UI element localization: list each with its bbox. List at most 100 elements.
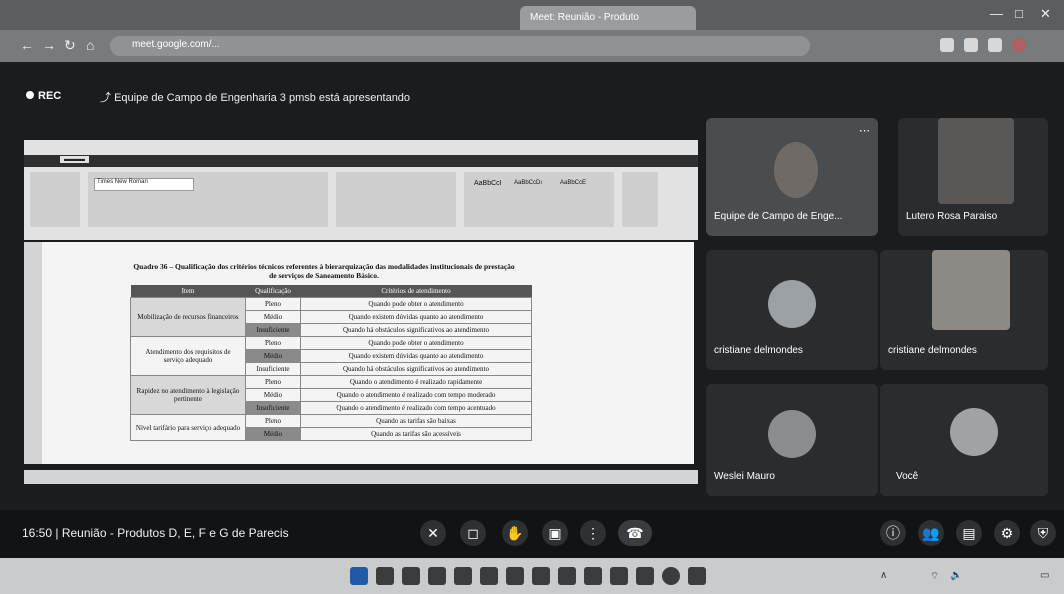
table-criterion: Quando as tarifas são acessíveis	[300, 427, 532, 441]
back-icon[interactable]: ←	[20, 37, 34, 53]
document-margin	[24, 242, 42, 464]
participant-avatar	[768, 410, 816, 458]
raise-hand-icon[interactable]: ✋	[502, 520, 528, 546]
activities-icon[interactable]: ⚙	[994, 520, 1020, 546]
task-view-icon[interactable]	[402, 567, 420, 585]
participant-name: cristiane delmondes	[714, 345, 803, 356]
volume-icon[interactable]: 🔈	[950, 570, 962, 581]
app-icon[interactable]	[532, 567, 550, 585]
ribbon-tab-home[interactable]: ▬▬▬	[60, 156, 89, 163]
table-criterion: Quando há obstáculos significativos ao a…	[300, 362, 532, 376]
table-level: Insuficiente	[245, 401, 301, 415]
table-criterion: Quando as tarifas são baixas	[300, 414, 532, 428]
participant-video	[938, 118, 1014, 204]
network-icon[interactable]: ⌔	[930, 570, 939, 583]
search-icon[interactable]	[376, 567, 394, 585]
tray-chevron-icon[interactable]: ∧	[880, 570, 887, 581]
app-icon[interactable]	[584, 567, 602, 585]
people-icon[interactable]: 👥	[918, 520, 944, 546]
qualification-table: Item Qualificação Critérios de atendimen…	[130, 285, 532, 441]
participant-tile[interactable]: Lutero Rosa Paraiso	[898, 118, 1048, 236]
table-level: Médio	[245, 310, 301, 324]
table-level: Pleno	[245, 297, 301, 311]
clipboard-group	[30, 172, 80, 227]
more-options-icon[interactable]: ⋮	[580, 520, 606, 546]
style-normal[interactable]: AaBbCcI	[474, 180, 502, 187]
participant-name: Você	[896, 471, 919, 482]
chrome-icon[interactable]	[662, 567, 680, 585]
paragraph-group	[336, 172, 456, 227]
app-icon[interactable]	[506, 567, 524, 585]
record-dot-icon	[26, 91, 34, 99]
participant-tile[interactable]: cristiane delmondes	[706, 250, 878, 370]
style-no-spacing[interactable]: AaBbCcDı	[514, 180, 542, 186]
table-caption: Quadro 36 – Qualificação dos critérios t…	[133, 262, 515, 280]
table-criterion: Quando o atendimento é realizado com tem…	[300, 401, 532, 415]
presenting-banner: ⤴ Equipe de Campo de Engenharia 3 pmsb e…	[100, 89, 410, 105]
table-row: Atendimento dos requisitos de serviço ad…	[130, 336, 532, 376]
col-header-item: Item	[130, 285, 246, 298]
table-criterion: Quando o atendimento é realizado rapidam…	[300, 375, 532, 389]
notification-icon[interactable]: ▭	[1040, 570, 1049, 581]
table-level: Pleno	[245, 414, 301, 428]
maximize-icon[interactable]: □	[1015, 6, 1023, 21]
table-level: Médio	[245, 427, 301, 441]
extension-icon[interactable]	[964, 38, 978, 52]
style-heading[interactable]: AaBbCcE	[560, 180, 586, 186]
table-criterion: Quando existem dúvidas quanto ao atendim…	[300, 349, 532, 363]
app-icon[interactable]	[558, 567, 576, 585]
tab-meet[interactable]: Meet: Reunião - Produto	[520, 6, 696, 30]
app-icon[interactable]	[454, 567, 472, 585]
participant-video	[774, 142, 818, 198]
table-level: Médio	[245, 388, 301, 402]
table-row: Mobilização de recursos financeiros Plen…	[130, 297, 532, 337]
table-item: Nível tarifário para serviço adequado	[130, 414, 246, 441]
table-item: Mobilização de recursos financeiros	[130, 297, 246, 337]
participant-name: Lutero Rosa Paraiso	[906, 211, 998, 222]
reload-icon[interactable]: ↻	[64, 37, 76, 54]
styles-group: AaBbCcI AaBbCcDı AaBbCcE	[464, 172, 614, 227]
participant-tile[interactable]: cristiane delmondes	[880, 250, 1048, 370]
participant-name: Weslei Mauro	[714, 471, 775, 482]
more-options-icon[interactable]: ⋯	[859, 124, 870, 137]
col-header-criteria: Critérios de atendimento	[300, 285, 532, 298]
participant-name: cristiane delmondes	[888, 345, 977, 356]
forward-icon[interactable]: →	[42, 37, 56, 53]
present-icon: ⤴	[100, 92, 115, 104]
chat-icon[interactable]: ▤	[956, 520, 982, 546]
table-criterion: Quando existem dúvidas quanto ao atendim…	[300, 310, 532, 324]
file-explorer-icon[interactable]	[480, 567, 498, 585]
table-row: Nível tarifário para serviço adequado Pl…	[130, 414, 532, 441]
participant-tile-self[interactable]: Você	[880, 384, 1048, 496]
participant-avatar	[950, 408, 998, 456]
camera-off-icon[interactable]: ◻	[460, 520, 486, 546]
address-bar[interactable]: meet.google.com/...	[110, 36, 810, 56]
info-icon[interactable]: ⓘ	[880, 520, 906, 546]
profile-avatar[interactable]	[1012, 38, 1026, 52]
home-icon[interactable]: ⌂	[86, 37, 94, 53]
app-icon[interactable]	[610, 567, 628, 585]
word-icon[interactable]	[688, 567, 706, 585]
hang-up-icon[interactable]: ☎	[618, 520, 652, 546]
mic-off-icon[interactable]: ✕	[420, 520, 446, 546]
font-name-box[interactable]: Times New Roman	[94, 178, 194, 191]
tab-label: Meet: Reunião - Produto	[530, 12, 639, 23]
app-icon[interactable]	[428, 567, 446, 585]
table-criterion: Quando pode obter o atendimento	[300, 336, 532, 350]
extension-icon[interactable]	[988, 38, 1002, 52]
participant-avatar	[768, 280, 816, 328]
table-item: Rapidez no atendimento à legislação pert…	[130, 375, 246, 415]
table-level: Insuficiente	[245, 362, 301, 376]
editing-group	[622, 172, 658, 227]
app-icon[interactable]	[636, 567, 654, 585]
participant-video	[932, 250, 1010, 330]
participant-tile[interactable]: Equipe de Campo de Enge... ⋯	[706, 118, 878, 236]
participant-tile[interactable]: Weslei Mauro	[706, 384, 878, 496]
extension-icon[interactable]	[940, 38, 954, 52]
table-level: Pleno	[245, 336, 301, 350]
minimize-icon[interactable]: —	[990, 6, 1003, 21]
host-controls-icon[interactable]: ⛨	[1030, 520, 1056, 546]
close-icon[interactable]: ✕	[1040, 6, 1051, 22]
start-icon[interactable]	[350, 567, 368, 585]
present-screen-icon[interactable]: ▣	[542, 520, 568, 546]
